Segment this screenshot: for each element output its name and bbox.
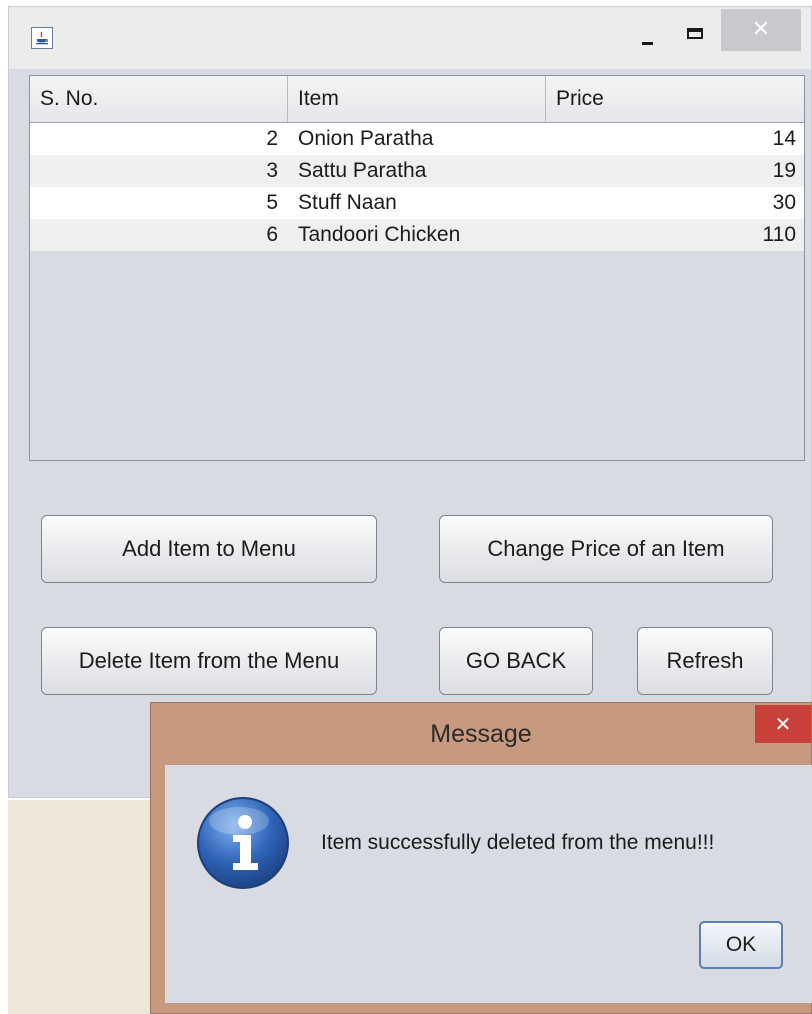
cell-price: 110 <box>762 223 796 246</box>
cell-sno: 2 <box>266 127 278 150</box>
menu-table[interactable]: S. No. Item Price 2 Onion Paratha 14 3 S… <box>29 75 805 461</box>
cell-item: Sattu Paratha <box>298 159 427 182</box>
title-bar[interactable]: ✕ <box>9 7 811 69</box>
cell-item: Onion Paratha <box>298 127 434 150</box>
go-back-button[interactable]: GO BACK <box>439 627 593 695</box>
maximize-icon[interactable] <box>675 21 719 51</box>
cell-price: 30 <box>772 191 796 214</box>
refresh-button[interactable]: Refresh <box>637 627 773 695</box>
table-row[interactable]: 3 Sattu Paratha 19 <box>30 155 804 187</box>
cell-sno: 6 <box>266 223 278 246</box>
table-row[interactable]: 2 Onion Paratha 14 <box>30 123 804 155</box>
add-item-button[interactable]: Add Item to Menu <box>41 515 377 583</box>
cell-item: Stuff Naan <box>298 191 397 214</box>
delete-item-button[interactable]: Delete Item from the Menu <box>41 627 377 695</box>
close-window-button[interactable]: ✕ <box>721 9 801 51</box>
dialog-body: Item successfully deleted from the menu!… <box>165 765 812 1003</box>
cell-item: Tandoori Chicken <box>298 223 461 246</box>
cell-price: 14 <box>772 127 796 150</box>
table-row[interactable]: 6 Tandoori Chicken 110 <box>30 219 804 251</box>
java-app-icon <box>31 27 53 49</box>
column-header-sno[interactable]: S. No. <box>30 76 288 122</box>
dialog-message: Item successfully deleted from the menu!… <box>321 831 715 854</box>
cell-price: 19 <box>772 159 796 182</box>
dialog-title[interactable]: Message <box>151 703 811 765</box>
main-window: ✕ S. No. Item Price 2 Onion Paratha 14 3… <box>8 6 812 798</box>
cell-sno: 5 <box>266 191 278 214</box>
info-icon <box>195 795 291 891</box>
table-header: S. No. Item Price <box>30 76 804 123</box>
dialog-close-button[interactable]: ✕ <box>755 705 811 743</box>
column-header-item[interactable]: Item <box>288 76 546 122</box>
ok-button[interactable]: OK <box>699 921 783 969</box>
table-row[interactable]: 5 Stuff Naan 30 <box>30 187 804 219</box>
column-header-price[interactable]: Price <box>546 76 804 122</box>
change-price-button[interactable]: Change Price of an Item <box>439 515 773 583</box>
minimize-icon[interactable] <box>633 21 669 51</box>
cell-sno: 3 <box>266 159 278 182</box>
message-dialog: Message ✕ Item successfully deleted from… <box>150 702 812 1014</box>
